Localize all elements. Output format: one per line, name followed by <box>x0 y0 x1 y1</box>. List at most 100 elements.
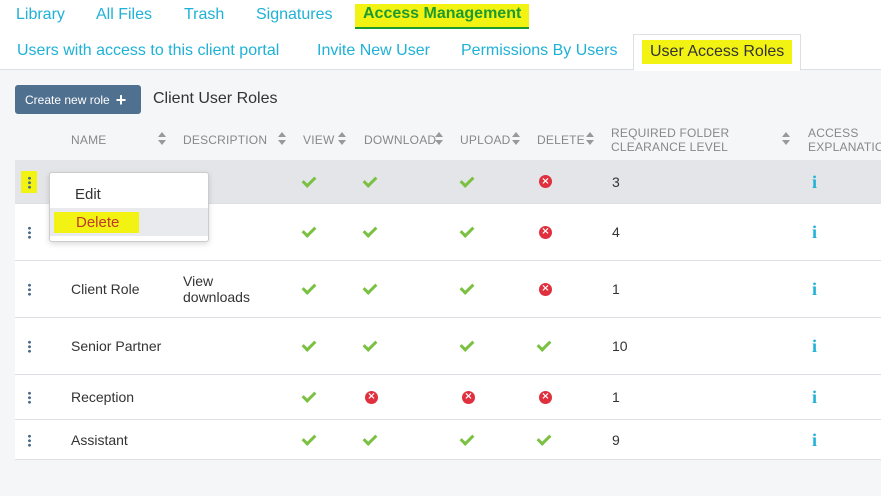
info-icon[interactable]: i <box>812 173 822 191</box>
cell-clearance: 3 <box>612 173 620 190</box>
cell-clearance: 10 <box>612 338 628 354</box>
header-upload-label: UPLOAD <box>460 133 511 147</box>
cell-description <box>183 375 283 419</box>
cell-clearance: 1 <box>612 281 620 297</box>
row-action-menu: Edit Delete <box>49 172 209 242</box>
sort-icon[interactable] <box>782 132 790 146</box>
cell-view <box>304 261 318 317</box>
cell-clearance: 4 <box>612 224 620 240</box>
header-upload[interactable]: UPLOAD <box>460 120 520 160</box>
more-vertical-icon[interactable] <box>21 279 37 301</box>
table-row: Senior Partner 10 i <box>15 318 881 375</box>
check-icon <box>304 435 318 445</box>
menu-item-edit[interactable]: Edit <box>50 180 208 208</box>
check-icon <box>304 227 318 237</box>
x-circle-icon: × <box>539 225 552 239</box>
sort-icon[interactable] <box>278 132 286 146</box>
menu-item-delete[interactable]: Delete <box>50 208 208 236</box>
cell-download <box>365 160 379 203</box>
tab-bar: Users with access to this client portal … <box>0 32 881 71</box>
cell-explanation: i <box>812 318 822 374</box>
table-row: Client Role View downloads × 1 i <box>15 261 881 318</box>
x-circle-icon: × <box>539 175 552 188</box>
x-circle-icon: × <box>365 390 378 404</box>
header-view[interactable]: VIEW <box>303 120 343 160</box>
cell-download <box>365 204 379 260</box>
x-circle-icon: × <box>539 390 552 404</box>
sort-icon[interactable] <box>586 132 594 146</box>
header-delete[interactable]: DELETE <box>537 120 587 160</box>
cell-upload <box>462 160 476 203</box>
cell-explanation: i <box>812 204 822 260</box>
cell-clearance: 9 <box>612 431 620 448</box>
check-icon <box>365 435 379 445</box>
cell-delete: × <box>539 160 552 203</box>
sort-icon[interactable] <box>512 132 520 146</box>
tab-users-with-access[interactable]: Users with access to this client portal <box>17 42 279 60</box>
cell-download <box>365 420 379 459</box>
cell-upload <box>462 261 476 317</box>
tab-invite-new-user[interactable]: Invite New User <box>317 42 430 60</box>
cell-name: Client Role <box>71 281 140 297</box>
more-vertical-icon[interactable] <box>21 222 37 244</box>
check-icon <box>304 177 318 187</box>
more-vertical-icon[interactable] <box>21 429 37 451</box>
header-delete-label: DELETE <box>537 133 585 147</box>
tab-user-access-roles[interactable]: User Access Roles <box>633 34 802 71</box>
sort-icon[interactable] <box>158 132 166 146</box>
cell-upload <box>462 204 476 260</box>
sort-icon[interactable] <box>338 132 346 146</box>
info-icon[interactable]: i <box>812 431 822 449</box>
table-row: Assistant 9 i <box>15 420 881 460</box>
more-vertical-icon[interactable] <box>21 171 37 193</box>
more-vertical-icon[interactable] <box>21 336 37 358</box>
x-circle-icon: × <box>462 390 475 404</box>
check-icon <box>462 177 476 187</box>
header-clearance-label: REQUIRED FOLDER CLEARANCE LEVEL <box>611 126 730 154</box>
check-icon <box>365 341 379 351</box>
header-name[interactable]: NAME <box>71 120 171 160</box>
sort-icon[interactable] <box>435 132 443 146</box>
cell-delete: × <box>539 375 552 419</box>
cell-download <box>365 261 379 317</box>
check-icon <box>365 227 379 237</box>
cell-upload: × <box>462 375 475 419</box>
cell-delete: × <box>539 261 552 317</box>
nav-library[interactable]: Library <box>16 6 65 24</box>
info-icon[interactable]: i <box>812 223 822 241</box>
cell-view <box>304 375 318 419</box>
create-role-button[interactable]: Create new role + <box>15 85 141 114</box>
cell-explanation: i <box>812 261 822 317</box>
cell-upload <box>462 318 476 374</box>
cell-view <box>304 420 318 459</box>
table-row: Reception × × × 1 i <box>15 375 881 420</box>
check-icon <box>304 392 318 402</box>
nav-all-files[interactable]: All Files <box>96 6 152 24</box>
nav-access-management[interactable]: Access Management <box>355 4 530 29</box>
create-role-label: Create new role <box>25 92 110 107</box>
tab-user-access-roles-label: User Access Roles <box>642 40 793 64</box>
header-description-label: DESCRIPTION <box>183 133 268 147</box>
cell-view <box>304 318 318 374</box>
top-nav: Library All Files Trash Signatures Acces… <box>0 0 881 32</box>
more-vertical-icon[interactable] <box>21 387 37 409</box>
info-icon[interactable]: i <box>812 337 822 355</box>
check-icon <box>462 284 476 294</box>
cell-description <box>183 420 283 459</box>
tab-permissions-by-users[interactable]: Permissions By Users <box>461 42 617 60</box>
nav-signatures[interactable]: Signatures <box>256 6 333 24</box>
info-icon[interactable]: i <box>812 388 822 406</box>
header-download[interactable]: DOWNLOAD <box>364 120 444 160</box>
nav-trash[interactable]: Trash <box>184 6 224 24</box>
header-description[interactable]: DESCRIPTION <box>183 120 283 160</box>
header-explanation: ACCESS EXPLANATION <box>808 120 881 160</box>
check-icon <box>462 341 476 351</box>
header-explanation-label: ACCESS EXPLANATION <box>808 126 881 154</box>
info-icon[interactable]: i <box>812 280 822 298</box>
check-icon <box>539 435 553 445</box>
cell-explanation: i <box>812 375 822 419</box>
header-clearance[interactable]: REQUIRED FOLDER CLEARANCE LEVEL <box>611 120 751 160</box>
cell-name: Reception <box>71 389 135 405</box>
x-circle-icon: × <box>539 282 552 296</box>
cell-name: Senior Partner <box>71 338 162 354</box>
